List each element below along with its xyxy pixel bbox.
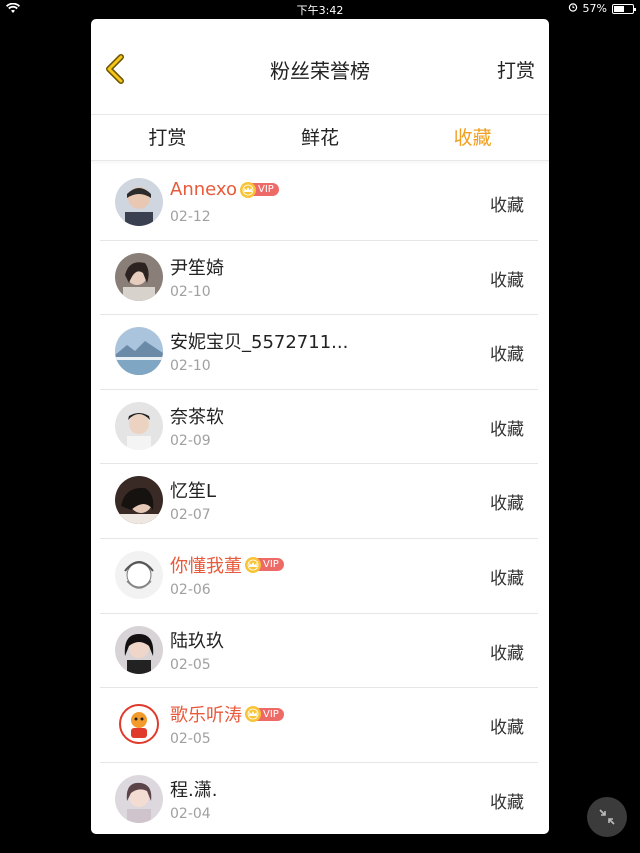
fan-date: 02-06 bbox=[170, 581, 211, 598]
minimize-button[interactable] bbox=[587, 797, 627, 837]
fan-name: 忆笙L bbox=[170, 481, 217, 503]
fan-name: 尹笙婍 bbox=[170, 257, 224, 279]
fan-date: 02-12 bbox=[170, 209, 211, 225]
name-line: 陆玖玖 bbox=[170, 627, 224, 653]
status-time: 下午3:42 bbox=[296, 4, 344, 17]
fan-honor-panel: 粉丝荣誉榜 打赏 打赏 鲜花 收藏 Annexo VIP 02-12 收藏 尹笙婍 02-… bbox=[91, 19, 549, 834]
fan-date: 02-09 bbox=[170, 432, 211, 449]
name-line: 程.潇. bbox=[170, 776, 217, 802]
fan-row[interactable]: 安妮宝贝_5572711... 02-10 收藏 bbox=[100, 315, 538, 390]
name-line: 忆笙L bbox=[170, 477, 216, 503]
fan-row[interactable]: 歌乐听涛 VIP 02-05 收藏 bbox=[100, 688, 538, 763]
fan-date: 02-05 bbox=[170, 656, 211, 673]
fan-action-label: 收藏 bbox=[490, 270, 524, 291]
crown-icon bbox=[245, 556, 261, 573]
avatar[interactable] bbox=[115, 550, 163, 599]
fan-action-label: 收藏 bbox=[490, 643, 524, 664]
fan-date: 02-10 bbox=[170, 283, 211, 300]
fan-name: 你懂我董 bbox=[170, 555, 242, 577]
tab-flowers[interactable]: 鲜花 bbox=[244, 115, 397, 160]
fan-name: 奈茶软 bbox=[170, 406, 224, 428]
avatar[interactable] bbox=[115, 700, 163, 749]
name-line: Annexo VIP bbox=[170, 179, 279, 200]
fan-action-label: 收藏 bbox=[490, 419, 524, 440]
fan-action-label: 收藏 bbox=[490, 494, 524, 515]
page-title: 粉丝荣誉榜 bbox=[270, 59, 370, 83]
fan-row[interactable]: 你懂我董 VIP 02-06 收藏 bbox=[100, 539, 538, 614]
tab-favorites[interactable]: 收藏 bbox=[396, 115, 549, 160]
crown-icon bbox=[240, 181, 256, 198]
alarm-icon bbox=[568, 2, 578, 15]
fan-row[interactable]: 奈茶软 02-09 收藏 bbox=[100, 390, 538, 465]
avatar[interactable] bbox=[115, 178, 163, 226]
battery-icon bbox=[612, 3, 636, 14]
name-line: 尹笙婍 bbox=[170, 254, 224, 280]
fan-name: 歌乐听涛 bbox=[170, 705, 242, 727]
collapse-arrows-icon bbox=[599, 809, 615, 825]
avatar[interactable] bbox=[115, 401, 163, 450]
fan-action-label: 收藏 bbox=[490, 196, 524, 216]
fan-row[interactable]: 程.潇. 02-04 收藏 bbox=[100, 763, 538, 834]
fan-date: 02-07 bbox=[170, 507, 211, 524]
battery-percent: 57% bbox=[582, 2, 607, 15]
vip-badge: VIP bbox=[245, 706, 284, 723]
fan-row[interactable]: 陆玖玖 02-05 收藏 bbox=[100, 614, 538, 689]
name-line: 歌乐听涛 VIP bbox=[170, 701, 284, 727]
vip-badge: VIP bbox=[240, 181, 279, 198]
fan-date: 02-04 bbox=[170, 805, 211, 822]
avatar[interactable] bbox=[115, 252, 163, 301]
crown-icon bbox=[245, 706, 261, 723]
fan-action-label: 收藏 bbox=[490, 718, 524, 739]
fan-list[interactable]: Annexo VIP 02-12 收藏 尹笙婍 02-10 收藏 安妮宝贝_5572711..… bbox=[91, 166, 549, 834]
avatar[interactable] bbox=[115, 625, 163, 674]
avatar[interactable] bbox=[115, 774, 163, 823]
status-bar: 下午3:42 57% bbox=[0, 0, 640, 18]
tab-bar: 打赏 鲜花 收藏 bbox=[91, 115, 549, 161]
fan-row[interactable]: 尹笙婍 02-10 收藏 bbox=[100, 241, 538, 316]
fan-name: 安妮宝贝_5572711... bbox=[170, 332, 349, 354]
fan-action-label: 收藏 bbox=[490, 345, 524, 366]
fan-action-label: 收藏 bbox=[490, 568, 524, 589]
reward-button[interactable]: 打赏 bbox=[497, 56, 535, 83]
fan-row[interactable]: Annexo VIP 02-12 收藏 bbox=[100, 166, 538, 241]
fan-row[interactable]: 忆笙L 02-07 收藏 bbox=[100, 464, 538, 539]
avatar[interactable] bbox=[115, 327, 163, 376]
avatar[interactable] bbox=[115, 476, 163, 525]
fan-name: 程.潇. bbox=[170, 779, 218, 801]
name-line: 你懂我董 VIP bbox=[170, 552, 284, 578]
name-line: 安妮宝贝_5572711... bbox=[170, 328, 348, 354]
fan-action-label: 收藏 bbox=[490, 792, 524, 813]
name-line: 奈茶软 bbox=[170, 403, 224, 429]
nav-bar: 粉丝荣誉榜 打赏 bbox=[91, 19, 549, 115]
vip-badge: VIP bbox=[245, 556, 284, 573]
tab-reward[interactable]: 打赏 bbox=[91, 115, 244, 160]
fan-name: Annexo bbox=[170, 179, 237, 200]
fan-name: 陆玖玖 bbox=[170, 630, 224, 652]
fan-date: 02-10 bbox=[170, 358, 211, 375]
fan-date: 02-05 bbox=[170, 731, 211, 748]
